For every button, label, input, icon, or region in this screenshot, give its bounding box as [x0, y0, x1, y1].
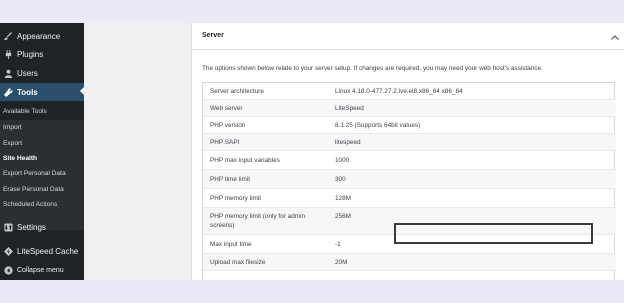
menu-label: LiteSpeed Cache [17, 246, 79, 256]
menu-item-tools[interactable]: Tools [0, 83, 84, 101]
submenu-scheduled-actions[interactable]: Scheduled Actions [3, 200, 57, 210]
plugin-icon [4, 49, 13, 59]
menu-label: Users [17, 68, 38, 78]
row-label: Web server [210, 105, 243, 112]
menu-item-users[interactable]: Users [0, 65, 84, 81]
submenu-site-health[interactable]: Site Health [3, 154, 37, 164]
row-value: 20M [335, 259, 348, 266]
table-row: PHP SAPI litespeed [203, 134, 616, 151]
server-info-table: Server architecture Linux 4.18.0-477.27.2… [202, 82, 616, 280]
row-label: Max input time [210, 241, 252, 248]
row-label: PHP max input variables [210, 157, 280, 164]
menu-item-litespeed-cache[interactable]: LiteSpeed Cache [0, 243, 84, 259]
menu-label: Settings [17, 222, 46, 232]
row-value: litespeed [335, 139, 361, 146]
menu-label: Collapse menu [17, 266, 64, 274]
menu-item-plugins[interactable]: Plugins [0, 46, 84, 62]
table-row: PHP memory limit 128M [203, 189, 616, 208]
users-icon [4, 69, 13, 78]
submenu-available-tools[interactable]: Available Tools [3, 107, 47, 117]
menu-item-settings[interactable]: Settings [0, 219, 84, 235]
table-row: Max input time -1 [203, 235, 616, 254]
menu-label: Appearance [17, 31, 61, 41]
submenu-erase-personal-data[interactable]: Erase Personal Data [3, 185, 64, 195]
menu-label: Plugins [17, 49, 44, 59]
admin-sidebar: Appearance Plugins Users Tools Available… [0, 23, 84, 280]
row-value: -1 [335, 241, 341, 248]
row-value: 300 [335, 176, 346, 183]
submenu-import[interactable]: Import [3, 123, 22, 133]
menu-item-appearance[interactable]: Appearance [0, 28, 84, 44]
settings-icon [4, 222, 13, 232]
submenu-export-personal-data[interactable]: Export Personal Data [3, 169, 66, 179]
row-value: LiteSpeed [335, 105, 364, 112]
table-row: PHP max input variables 1000 [203, 151, 616, 170]
server-info-panel: Server The options shown below relate to… [191, 23, 624, 280]
row-value: 128M [335, 195, 351, 202]
row-label: PHP memory limit (only for admin screens… [210, 213, 306, 229]
collapse-icon [4, 265, 13, 275]
paintbrush-icon [4, 31, 13, 41]
panel-header[interactable]: Server [192, 23, 624, 50]
row-label: PHP SAPI [210, 139, 240, 146]
table-row: PHP memory limit (only for admin screens… [203, 208, 616, 235]
table-row: Web server LiteSpeed [203, 100, 616, 117]
menu-label: Tools [17, 87, 38, 97]
content-gutter [84, 23, 191, 280]
row-value: 1000 [335, 157, 350, 164]
collapse-menu-button[interactable]: Collapse menu [0, 262, 84, 278]
row-value: 256M [335, 213, 351, 220]
row-label: PHP version [210, 122, 246, 129]
wrench-icon [4, 88, 13, 97]
row-label: PHP time limit [210, 176, 251, 183]
panel-description: The options shown below relate to your s… [202, 65, 543, 72]
table-row: PHP version 8.1.25 (Supports 64bit values… [203, 117, 616, 134]
row-label: Server architecture [210, 88, 264, 95]
row-value: Linux 4.18.0-477.27.2.lve.el8.x86_64 x86… [335, 88, 463, 95]
chevron-up-icon[interactable] [610, 30, 620, 40]
row-label: Upload max filesize [210, 259, 266, 266]
row-value: 8.1.25 (Supports 64bit values) [335, 122, 421, 129]
row-label: PHP memory limit [210, 195, 262, 202]
litespeed-icon [4, 246, 13, 256]
table-row: PHP time limit 300 [203, 170, 616, 189]
table-row: Upload max filesize 20M [203, 254, 616, 271]
table-row: Server architecture Linux 4.18.0-477.27.2… [203, 83, 616, 100]
submenu-export[interactable]: Export [3, 139, 22, 149]
panel-title: Server [202, 32, 224, 39]
